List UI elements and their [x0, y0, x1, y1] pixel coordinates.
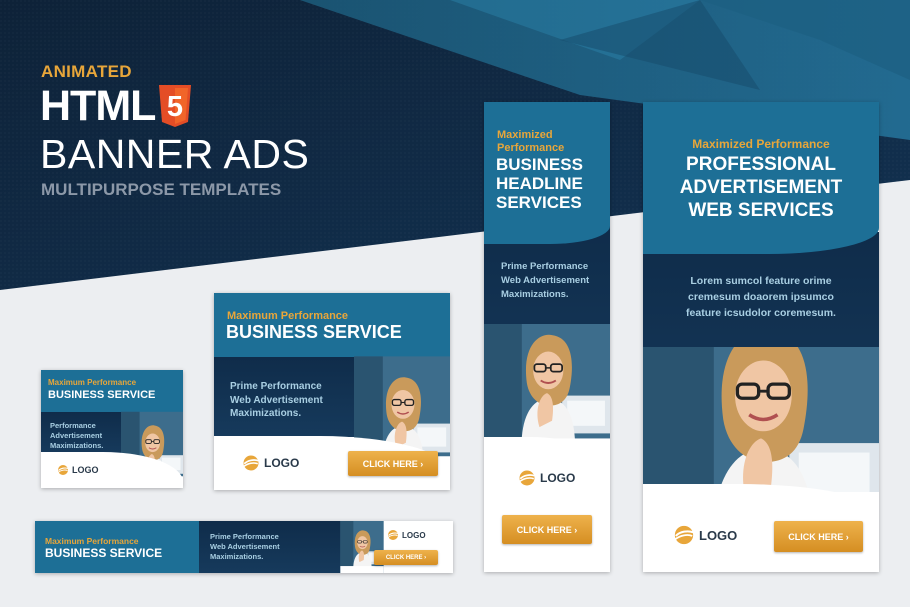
- html5-shield-number: 5: [167, 91, 183, 123]
- ad-small-headline: BUSINESS SERVICE: [48, 389, 156, 401]
- ad-skyscraper-headline-line: HEADLINE: [496, 174, 583, 193]
- ad-small-logo: LOGO: [57, 464, 99, 476]
- ad-small-body-line: Maximizations.: [50, 441, 104, 450]
- ad-small-logo-text: LOGO: [72, 465, 99, 475]
- ad-skyscraper[interactable]: Maximized Performance BUSINESS HEADLINE …: [484, 102, 610, 572]
- ad-small-body-line: Performance: [50, 421, 96, 430]
- ad-wide-headline-line: ADVERTISEMENT: [679, 177, 843, 198]
- ad-skyscraper-kicker: Maximized Performance: [497, 129, 564, 155]
- ad-wide-body-line: feature icsudolor coremesum.: [686, 307, 836, 319]
- ad-small-body: Performance Advertisement Maximizations.: [50, 421, 103, 451]
- ad-leaderboard-logo-text: LOGO: [402, 530, 426, 540]
- ad-medium-logo: LOGO: [242, 454, 299, 472]
- ad-leaderboard-headline: BUSINESS SERVICE: [45, 546, 163, 560]
- hero-html-title: HTML 5: [40, 83, 192, 129]
- swoosh-globe-logo-icon: [387, 529, 399, 541]
- ad-wide-logo: LOGO: [673, 524, 737, 546]
- ad-skyscraper-footer: [484, 437, 610, 572]
- ad-wide-headline: PROFESSIONAL ADVERTISEMENT WEB SERVICES: [643, 153, 879, 222]
- ad-wide-headline-line: PROFESSIONAL: [686, 154, 836, 175]
- ad-skyscraper-photo: [484, 324, 610, 442]
- ad-wide-photo: [643, 347, 879, 492]
- ad-leaderboard-cta-button[interactable]: CLICK HERE ›: [374, 550, 438, 565]
- ad-skyscraper-body-line: Prime Performance: [501, 261, 589, 272]
- ad-skyscraper-body: Prime Performance Web Advertisement Maxi…: [501, 260, 589, 302]
- ad-medium-cta-button[interactable]: CLICK HERE ›: [348, 451, 438, 476]
- ad-leaderboard-body: Prime Performance Web Advertisement Maxi…: [210, 532, 280, 562]
- ad-medium-rectangle[interactable]: Maximum Performance BUSINESS SERVICE Pri…: [214, 293, 450, 490]
- ad-medium-body: Prime Performance Web Advertisement Maxi…: [230, 380, 323, 421]
- ad-medium-kicker: Maximum Performance: [227, 310, 349, 322]
- ad-wide-headline-line: WEB SERVICES: [688, 200, 834, 221]
- swoosh-globe-logo-icon: [518, 469, 536, 487]
- ad-skyscraper-headline: BUSINESS HEADLINE SERVICES: [496, 155, 583, 212]
- ad-wide-skyscraper[interactable]: Maximized Performance PROFESSIONAL ADVER…: [643, 102, 879, 572]
- ad-leaderboard-kicker: Maximum Performance: [45, 536, 139, 546]
- ad-medium-headline: BUSINESS SERVICE: [226, 322, 402, 342]
- ad-wide-body-line: Lorem sumcol feature orime: [690, 275, 832, 287]
- ad-skyscraper-kicker-line: Maximized: [497, 129, 553, 141]
- ad-leaderboard-body-line: Maximizations.: [210, 552, 264, 561]
- ad-medium-body-line: Prime Performance: [230, 381, 322, 392]
- swoosh-globe-logo-icon: [57, 464, 69, 476]
- swoosh-globe-logo-icon: [242, 454, 260, 472]
- ad-skyscraper-headline-line: BUSINESS: [496, 155, 583, 174]
- ad-skyscraper-headline-line: SERVICES: [496, 193, 582, 212]
- ad-skyscraper-logo-text: LOGO: [540, 471, 576, 485]
- ad-leaderboard[interactable]: Maximum Performance BUSINESS SERVICE Pri…: [35, 521, 453, 573]
- html5-shield-icon: 5: [159, 85, 192, 127]
- ad-skyscraper-kicker-line: Performance: [497, 142, 565, 154]
- ad-skyscraper-logo: LOGO: [518, 469, 575, 487]
- ad-small-kicker: Maximum Performance: [48, 378, 137, 387]
- hero-html-text: HTML: [40, 82, 156, 130]
- ad-small-body-line: Advertisement: [50, 431, 103, 440]
- ad-skyscraper-cta-button[interactable]: CLICK HERE ›: [502, 515, 592, 544]
- ad-leaderboard-photo: [340, 521, 384, 573]
- ad-wide-logo-text: LOGO: [699, 527, 738, 543]
- swoosh-globe-logo-icon: [673, 524, 695, 546]
- ad-medium-body-line: Maximizations.: [230, 408, 302, 419]
- ad-medium-logo-text: LOGO: [264, 456, 300, 470]
- ad-leaderboard-body-line: Web Advertisement: [210, 542, 280, 551]
- ad-medium-body-line: Web Advertisement: [230, 394, 323, 406]
- hero-subtitle: MULTIPURPOSE TEMPLATES: [41, 180, 282, 199]
- ad-skyscraper-body-line: Web Advertisement: [501, 275, 590, 286]
- ad-small-square[interactable]: Maximum Performance BUSINESS SERVICE Per…: [41, 370, 183, 488]
- ad-wide-kicker: Maximized Performance: [692, 137, 830, 151]
- hero-animated-label: ANIMATED: [41, 62, 132, 81]
- ad-leaderboard-logo: LOGO: [387, 529, 426, 541]
- ad-skyscraper-body-line: Maximizations.: [501, 289, 569, 300]
- ad-wide-cta-button[interactable]: CLICK HERE ›: [774, 521, 863, 552]
- ad-wide-body-line: cremesum doaorem ipsumco: [688, 291, 834, 303]
- ad-leaderboard-body-line: Prime Performance: [210, 532, 279, 541]
- hero-banner-ads-title: BANNER ADS: [40, 131, 310, 177]
- ad-wide-body: Lorem sumcol feature orime cremesum doao…: [643, 273, 879, 321]
